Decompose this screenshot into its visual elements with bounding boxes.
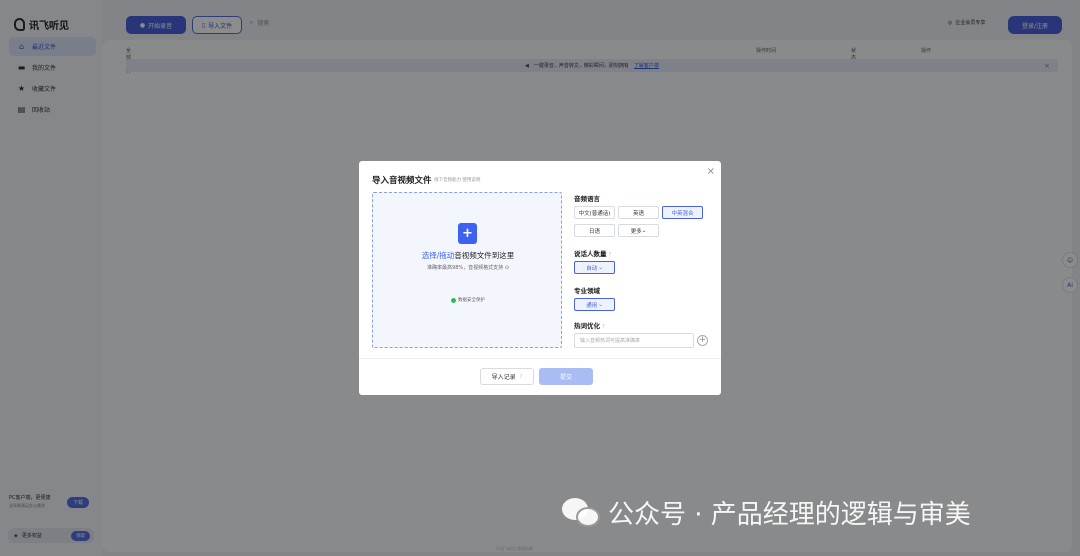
- data-safety-note: 数据安全保护: [373, 297, 563, 303]
- dialog-subtitle-link[interactable]: 线下音频能力 使用说明: [434, 177, 480, 183]
- chevron-down-icon: ⌄: [641, 227, 647, 234]
- domain-label: 专业领域: [574, 287, 600, 295]
- dialog-title: 导入音视频文件: [372, 176, 432, 186]
- chevron-down-icon: ⌄: [598, 301, 603, 308]
- import-history-button[interactable]: 导入记录?: [480, 368, 534, 385]
- speakers-select[interactable]: 自动 ⌄: [574, 261, 615, 274]
- upload-hint: 准确率最高98%，音视频格式支持 ⊙: [427, 265, 509, 271]
- domain-select[interactable]: 通用 ⌄: [574, 298, 615, 311]
- lang-option-mandarin[interactable]: 中文(普通话): [574, 206, 615, 219]
- close-icon[interactable]: ×: [707, 166, 715, 177]
- help-icon: ?: [519, 373, 523, 380]
- lang-option-more[interactable]: 更多 ⌄: [618, 224, 659, 237]
- import-dialog: 导入音视频文件 线下音频能力 使用说明 × + 选择/拖动音视频文件到这里 准确…: [359, 161, 721, 395]
- watermark: 公众号 · 产品经理的逻辑与审美: [562, 494, 971, 531]
- upload-dropzone[interactable]: + 选择/拖动音视频文件到这里 准确率最高98%，音视频格式支持 ⊙ 数据安全保…: [372, 192, 562, 348]
- help-icon: ?: [608, 252, 612, 258]
- audio-language-label: 音频语言: [574, 195, 600, 203]
- dialog-divider: [359, 358, 721, 359]
- lang-option-mixed[interactable]: 中英混合: [662, 206, 703, 219]
- hotwords-label: 热词优化?: [574, 322, 605, 330]
- upload-main-text: 选择/拖动音视频文件到这里: [421, 251, 515, 260]
- hotwords-input[interactable]: 输入音频热词可提高准确率: [574, 333, 694, 348]
- shield-icon: [451, 297, 456, 303]
- lang-option-japanese[interactable]: 日语: [574, 224, 615, 237]
- wechat-icon: [562, 496, 602, 530]
- submit-button[interactable]: 提交: [539, 368, 593, 385]
- speakers-label: 说话人数量?: [574, 250, 612, 258]
- watermark-text: 公众号 · 产品经理的逻辑与审美: [608, 500, 971, 530]
- add-file-icon: +: [458, 223, 477, 244]
- add-icon[interactable]: +: [697, 335, 708, 346]
- help-icon: ?: [602, 324, 605, 330]
- chevron-down-icon: ⌄: [598, 264, 603, 271]
- info-icon: ⊙: [504, 265, 509, 271]
- lang-option-english[interactable]: 英语: [618, 206, 659, 219]
